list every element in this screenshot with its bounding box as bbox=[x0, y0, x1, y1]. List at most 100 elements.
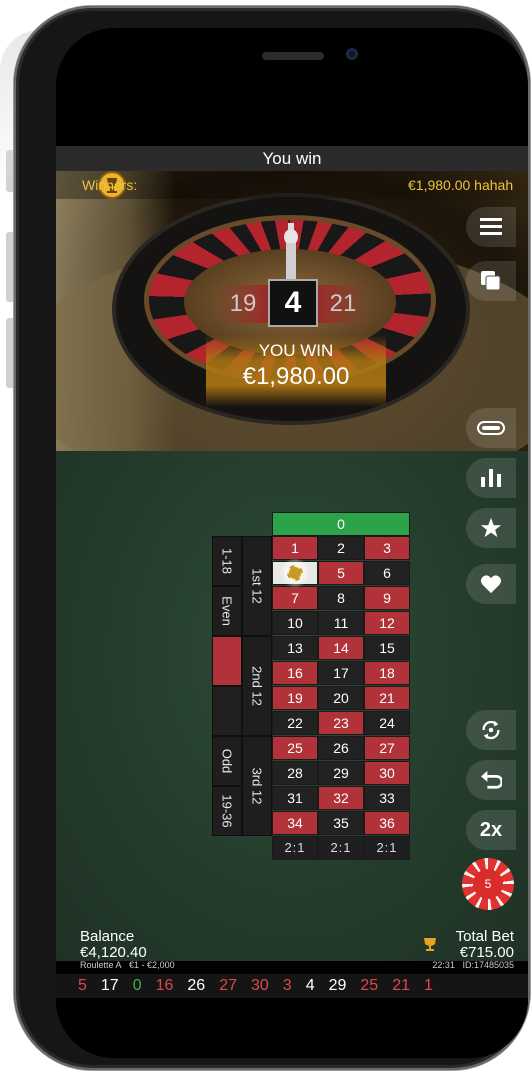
bet-cell-7[interactable]: 7 bbox=[272, 586, 318, 610]
result-number-display: 19 4 21 bbox=[218, 279, 368, 327]
total-bet-label: Total Bet bbox=[455, 928, 514, 945]
live-video-area: Winners: €1,980.00 hahah 19 4 21 YOU WIN… bbox=[56, 171, 528, 451]
placed-chip[interactable] bbox=[287, 565, 303, 581]
column-bet-1[interactable]: 2:1 bbox=[272, 836, 318, 860]
bet-cell-33[interactable]: 33 bbox=[364, 786, 410, 810]
dozen-bet-1[interactable]: 1st 12 bbox=[242, 536, 272, 636]
bet-cell-24[interactable]: 24 bbox=[364, 711, 410, 735]
windows-icon bbox=[481, 271, 501, 291]
total-bet-value: €715.00 bbox=[459, 944, 514, 961]
bet-cell-28[interactable]: 28 bbox=[272, 761, 318, 785]
result-number: 4 bbox=[268, 279, 318, 327]
bet-cell-10[interactable]: 10 bbox=[272, 611, 318, 635]
history-number: 25 bbox=[360, 977, 379, 994]
bet-cell-14[interactable]: 14 bbox=[318, 636, 364, 660]
bet-cell-31[interactable]: 31 bbox=[272, 786, 318, 810]
undo-icon bbox=[481, 770, 502, 789]
odd-bet-label: Odd bbox=[219, 748, 235, 774]
bet-cell-21[interactable]: 21 bbox=[364, 686, 410, 710]
black-bet[interactable] bbox=[212, 686, 242, 736]
dozen-bet-3[interactable]: 3rd 12 bbox=[242, 736, 272, 836]
bet-cell-5[interactable]: 5 bbox=[318, 561, 364, 585]
phone-frame: You win Winners: €1,980.00 hahah 19 4 21… bbox=[14, 6, 530, 1070]
bet-cell-16[interactable]: 16 bbox=[272, 661, 318, 685]
chip-selector-value: 5 bbox=[473, 869, 503, 899]
bet-cell-3[interactable]: 3 bbox=[364, 536, 410, 560]
win-banner: YOU WIN €1,980.00 bbox=[206, 335, 386, 407]
history-number: 16 bbox=[155, 977, 174, 994]
bet-cell-29[interactable]: 29 bbox=[318, 761, 364, 785]
bet-cell-34[interactable]: 34 bbox=[272, 811, 318, 835]
windows-button[interactable] bbox=[466, 261, 516, 301]
win-banner-title: YOU WIN bbox=[258, 341, 334, 360]
high-bet[interactable]: 19-36 bbox=[212, 786, 242, 836]
bet-cell-20[interactable]: 20 bbox=[318, 686, 364, 710]
bet-cell-22[interactable]: 22 bbox=[272, 711, 318, 735]
bet-cell-30[interactable]: 30 bbox=[364, 761, 410, 785]
bet-cell-13[interactable]: 13 bbox=[272, 636, 318, 660]
bet-cell-27[interactable]: 27 bbox=[364, 736, 410, 760]
history-number: 0 bbox=[132, 977, 142, 994]
game-status-title: You win bbox=[56, 146, 528, 171]
history-number: 3 bbox=[282, 977, 292, 994]
front-camera bbox=[346, 48, 358, 60]
bet-cell-18[interactable]: 18 bbox=[364, 661, 410, 685]
bet-cell-11[interactable]: 11 bbox=[318, 611, 364, 635]
bet-cell-zero[interactable]: 0 bbox=[272, 512, 410, 536]
results-history: 5 17 0 16 26 27 30 3 4 29 25 21 1 bbox=[56, 974, 528, 998]
history-number: 27 bbox=[219, 977, 237, 994]
menu-button[interactable] bbox=[466, 207, 516, 247]
bet-cell-9[interactable]: 9 bbox=[364, 586, 410, 610]
double-bet-button[interactable]: 2x bbox=[466, 810, 516, 850]
racetrack-button[interactable] bbox=[466, 408, 516, 448]
bet-cell-19[interactable]: 19 bbox=[272, 686, 318, 710]
bet-cell-36[interactable]: 36 bbox=[364, 811, 410, 835]
winners-value: €1,980.00 hahah bbox=[408, 177, 514, 193]
balance-value: €4,120.40 bbox=[80, 944, 147, 961]
bet-cell-6[interactable]: 6 bbox=[364, 561, 410, 585]
table-limits: Roulette A €1 - €2,000 bbox=[80, 960, 175, 970]
history-number: 17 bbox=[100, 977, 119, 994]
round-id: ID:17485035 bbox=[462, 960, 514, 970]
favorites-button[interactable] bbox=[466, 508, 516, 548]
repeat-button[interactable] bbox=[466, 710, 516, 750]
star-icon bbox=[480, 517, 502, 538]
column-bet-2[interactable]: 2:1 bbox=[318, 836, 364, 860]
low-bet[interactable]: 1-18 bbox=[212, 536, 242, 586]
dozen-bet-label: 1st 12 bbox=[249, 568, 265, 604]
odd-bet[interactable]: Odd bbox=[212, 736, 242, 786]
bet-cell-32[interactable]: 32 bbox=[318, 786, 364, 810]
bet-cell-26[interactable]: 26 bbox=[318, 736, 364, 760]
chip-selector-button[interactable]: 5 bbox=[462, 858, 514, 910]
column-bet-3[interactable]: 2:1 bbox=[364, 836, 410, 860]
bet-cell-35[interactable]: 35 bbox=[318, 811, 364, 835]
balance-label: Balance bbox=[80, 928, 135, 945]
low-bet-label: 1-18 bbox=[219, 547, 235, 575]
bet-cell-1[interactable]: 1 bbox=[272, 536, 318, 560]
history-number: 29 bbox=[328, 977, 347, 994]
history-number: 4 bbox=[305, 977, 315, 994]
history-number: 26 bbox=[187, 977, 206, 994]
bet-cell-15[interactable]: 15 bbox=[364, 636, 410, 660]
bet-cell-23[interactable]: 23 bbox=[318, 711, 364, 735]
table-limit-range: €1 - €2,000 bbox=[129, 960, 175, 970]
like-button[interactable] bbox=[466, 564, 516, 604]
high-bet-label: 19-36 bbox=[219, 794, 235, 828]
bet-cell-17[interactable]: 17 bbox=[318, 661, 364, 685]
history-number: 5 bbox=[78, 977, 87, 994]
bet-cell-25[interactable]: 25 bbox=[272, 736, 318, 760]
undo-button[interactable] bbox=[466, 760, 516, 800]
dozen-bet-label: 3rd 12 bbox=[249, 767, 265, 805]
history-number: 21 bbox=[392, 977, 410, 994]
even-bet-label: Even bbox=[219, 596, 235, 626]
bottom-bezel-area bbox=[56, 998, 528, 1058]
trophy-icon bbox=[424, 938, 436, 951]
bet-cell-2[interactable]: 2 bbox=[318, 536, 364, 560]
win-banner-amount: €1,980.00 bbox=[242, 363, 350, 390]
bet-cell-12[interactable]: 12 bbox=[364, 611, 410, 635]
statistics-button[interactable] bbox=[466, 458, 516, 498]
even-bet[interactable]: Even bbox=[212, 586, 242, 636]
dozen-bet-2[interactable]: 2nd 12 bbox=[242, 636, 272, 736]
bet-cell-8[interactable]: 8 bbox=[318, 586, 364, 610]
red-bet[interactable] bbox=[212, 636, 242, 686]
